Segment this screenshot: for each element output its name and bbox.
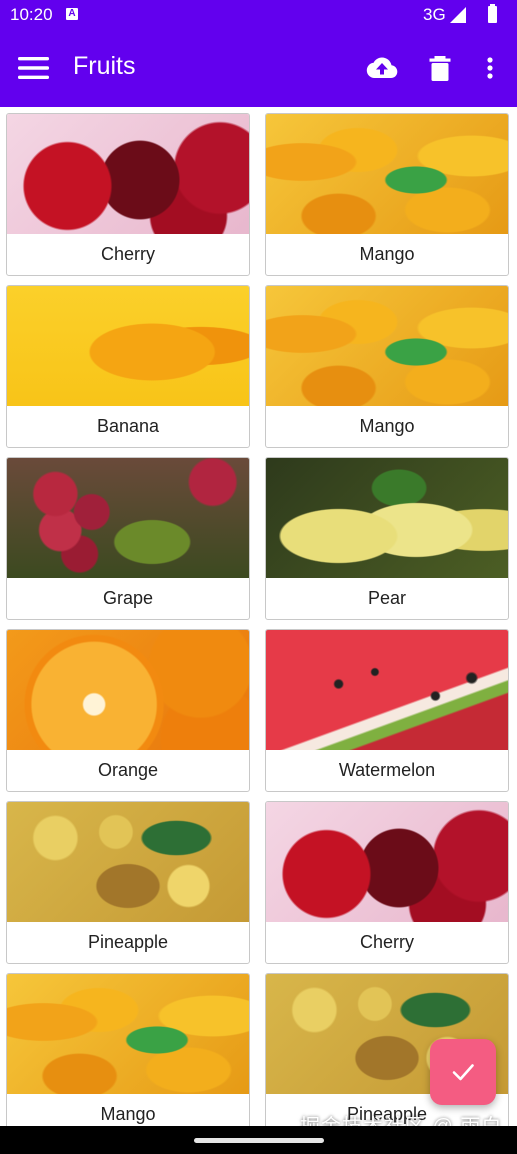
delete-icon[interactable] [428, 52, 452, 84]
fruit-image [266, 802, 508, 922]
fruit-image [7, 458, 249, 578]
fruit-image [266, 286, 508, 406]
page-title: Fruits [73, 52, 136, 80]
home-gesture-handle[interactable] [194, 1138, 324, 1143]
fruit-card[interactable]: Grape [6, 457, 250, 620]
fruit-card[interactable]: Orange [6, 629, 250, 792]
fruit-card[interactable]: Watermelon [265, 629, 509, 792]
fruit-image [7, 630, 249, 750]
fruit-label: Orange [97, 760, 159, 780]
fruit-card[interactable]: Cherry [265, 801, 509, 964]
battery-icon [488, 4, 497, 23]
fruit-image [7, 802, 249, 922]
fruit-image [7, 114, 249, 234]
fruit-card[interactable]: Cherry [6, 113, 250, 276]
fruit-label: Cherry [100, 244, 155, 264]
fruit-label: Mango [100, 1104, 156, 1124]
fruit-label: Watermelon [338, 760, 436, 780]
fruit-card[interactable]: Pineapple [6, 801, 250, 964]
fruit-label: Cherry [359, 932, 414, 952]
fruit-card[interactable]: Mango [6, 973, 250, 1126]
fruit-image [266, 458, 508, 578]
fruit-card[interactable]: Pear [265, 457, 509, 620]
status-bar: 10:20 A 3G [0, 0, 517, 30]
fruit-card[interactable]: Mango [265, 285, 509, 448]
fruit-label: Grape [102, 588, 154, 608]
fruit-image [266, 630, 508, 750]
check-icon [452, 1064, 474, 1081]
fruit-label: Banana [96, 416, 160, 436]
signal-icon [450, 7, 466, 23]
fruit-label: Mango [359, 244, 415, 264]
fruit-label: Pear [367, 588, 407, 608]
more-vert-icon[interactable] [480, 52, 500, 84]
menu-icon[interactable] [18, 56, 50, 80]
fruit-label: Pineapple [87, 932, 169, 952]
status-time: 10:20 [10, 5, 53, 24]
app-toolbar: Fruits [0, 30, 517, 107]
confirm-fab[interactable] [430, 1039, 496, 1105]
fruit-card[interactable]: Banana [6, 285, 250, 448]
notification-icon: A [66, 8, 78, 20]
fruit-label: Mango [359, 416, 415, 436]
fruit-card[interactable]: Mango [265, 113, 509, 276]
fruit-image [7, 974, 249, 1094]
cloud-upload-icon[interactable] [366, 52, 398, 84]
fruit-grid: Cherry Mango Banana Mango Grape Pear Ora… [0, 107, 517, 1126]
fruit-image [266, 114, 508, 234]
network-type: 3G [423, 5, 446, 24]
fruit-image [7, 286, 249, 406]
navigation-bar [0, 1126, 517, 1154]
